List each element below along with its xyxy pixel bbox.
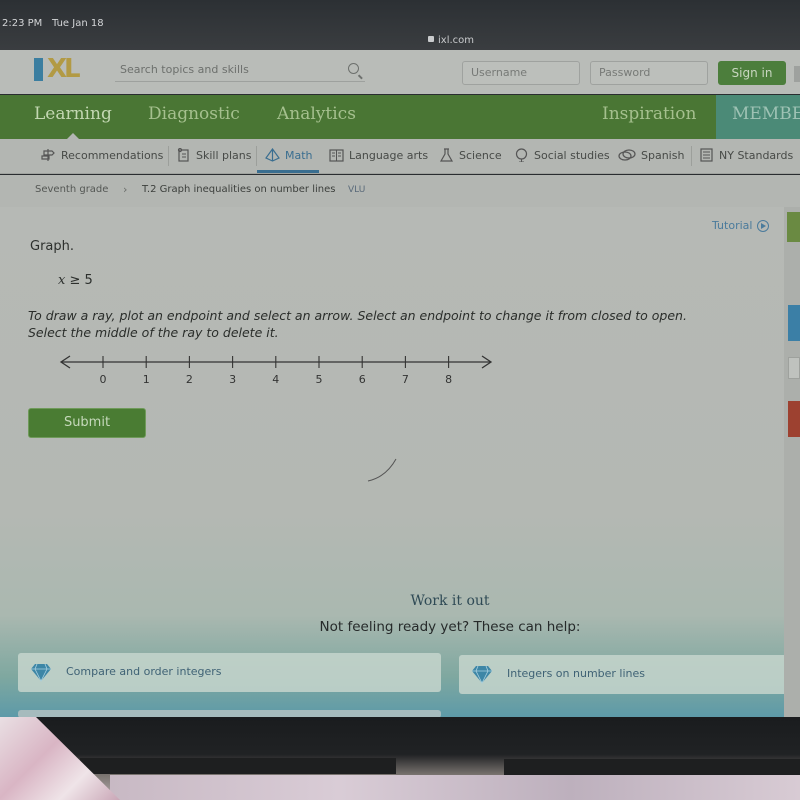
- skill-code: VLU: [348, 185, 366, 195]
- chevron-right-icon: ›: [123, 183, 128, 196]
- device-bezel: [0, 717, 800, 800]
- tick-label: 3: [229, 373, 236, 386]
- diamond-icon: [31, 663, 51, 682]
- help-card-label: Compare and order integers: [66, 665, 222, 678]
- signpost-icon: [41, 148, 56, 162]
- side-panel: [784, 207, 800, 717]
- main-nav: Learning Diagnostic Analytics Inspiratio…: [0, 95, 800, 140]
- instructions: To draw a ray, plot an endpoint and sele…: [28, 308, 687, 340]
- tick-label: 0: [100, 373, 107, 386]
- breadcrumb-skill: T.2 Graph inequalities on number lines: [142, 184, 336, 195]
- help-card-integers-number-lines[interactable]: Integers on number lines: [459, 655, 800, 694]
- username-field[interactable]: Username: [462, 61, 580, 85]
- nav-analytics[interactable]: Analytics: [277, 104, 356, 124]
- tick-label: 2: [186, 373, 193, 386]
- tablet-screen: 2:23 PM Tue Jan 18 ixl.com XL Search top…: [0, 0, 800, 800]
- tutorial-label: Tutorial: [712, 219, 753, 232]
- subnav-label: Science: [459, 148, 502, 162]
- url-text: ixl.com: [438, 35, 475, 46]
- standards-icon: [699, 148, 714, 162]
- diamond-icon: [472, 665, 492, 684]
- play-icon: [757, 219, 770, 232]
- keyboard-foot-left: [80, 758, 396, 774]
- keyboard-foot-right: [504, 759, 800, 775]
- logo-xl: XL: [47, 54, 81, 84]
- side-panel-red-block[interactable]: [788, 401, 800, 437]
- subnav-skill-plans[interactable]: Skill plans: [176, 147, 252, 162]
- address-bar[interactable]: ixl.com: [428, 35, 474, 46]
- subnav-label: Language arts: [349, 148, 429, 162]
- question-prompt: Graph.: [30, 239, 75, 254]
- ixl-logo[interactable]: XL: [34, 54, 104, 84]
- flask-icon: [439, 148, 454, 162]
- subnav-label: Social studies: [534, 148, 610, 162]
- clipboard-icon: [176, 147, 191, 162]
- screen-reflection-artifact: [367, 458, 397, 482]
- tick-label: 5: [316, 373, 323, 386]
- status-bar: 2:23 PM Tue Jan 18 ixl.com: [0, 0, 800, 50]
- subnav-ny-standards[interactable]: NY Standards: [699, 148, 793, 162]
- subnav-label: Recommendations: [61, 148, 164, 162]
- tick-label: 6: [359, 373, 366, 386]
- subnav-social-studies[interactable]: Social studies: [514, 148, 610, 163]
- tick-label: 7: [402, 373, 409, 386]
- subnav-label: Math: [285, 148, 313, 162]
- subnav-spanish[interactable]: Spanish: [618, 148, 684, 162]
- active-subject-underline: [257, 170, 319, 173]
- side-panel-blue-block[interactable]: [788, 305, 800, 341]
- site-header: XL Search topics and skills Username Pas…: [0, 50, 800, 94]
- inequality-relation: ≥ 5: [65, 273, 93, 288]
- tick-label: 1: [143, 373, 150, 386]
- divider: [256, 146, 257, 166]
- divider: [168, 146, 169, 166]
- date: Tue Jan 18: [52, 18, 104, 29]
- subnav-label: Skill plans: [196, 148, 252, 162]
- password-field[interactable]: Password: [590, 61, 708, 85]
- tick-label: 8: [445, 373, 452, 386]
- speech-bubbles-icon: [618, 148, 636, 162]
- logo-i-bar: [34, 58, 43, 81]
- lock-icon: [428, 36, 434, 42]
- submit-button[interactable]: Submit: [28, 408, 146, 438]
- fabric-background: [110, 775, 800, 800]
- subnav-science[interactable]: Science: [439, 148, 502, 162]
- nav-membership-label: MEMBE: [732, 104, 800, 124]
- breadcrumb: Seventh grade › T.2 Graph inequalities o…: [0, 175, 800, 207]
- work-it-out-subtitle: Not feeling ready yet? These can help:: [319, 619, 581, 635]
- search-placeholder: Search topics and skills: [120, 63, 249, 76]
- subnav-label: NY Standards: [719, 148, 794, 162]
- nav-inspiration[interactable]: Inspiration: [602, 104, 696, 124]
- work-it-out-title: Work it out: [410, 593, 490, 609]
- clock: 2:23 PM: [2, 18, 43, 29]
- subnav-language-arts[interactable]: Language arts: [329, 148, 428, 162]
- search-icon[interactable]: [348, 63, 359, 74]
- practice-area: Tutorial Graph. x ≥ 5 To draw a ray, plo…: [0, 207, 800, 718]
- help-card-label: Integers on number lines: [507, 667, 646, 680]
- search-input[interactable]: Search topics and skills: [115, 60, 365, 82]
- tick-label: 4: [272, 373, 279, 386]
- number-line[interactable]: 0 1 2 3 4 5 6 7 8: [56, 353, 506, 393]
- subject-nav: Recommendations Skill plans Math Languag…: [0, 139, 800, 174]
- subnav-recommendations[interactable]: Recommendations: [41, 148, 163, 162]
- nav-membership[interactable]: MEMBE: [716, 95, 800, 139]
- header-extra-control[interactable]: [794, 66, 800, 82]
- nav-diagnostic[interactable]: Diagnostic: [148, 104, 240, 124]
- subnav-label: Spanish: [641, 148, 685, 162]
- globe-icon: [514, 148, 529, 163]
- nav-learning[interactable]: Learning: [34, 104, 112, 124]
- breadcrumb-grade[interactable]: Seventh grade: [35, 184, 108, 195]
- sign-in-button[interactable]: Sign in: [718, 61, 786, 85]
- subnav-math[interactable]: Math: [265, 147, 313, 162]
- help-card-compare-order-integers[interactable]: Compare and order integers: [18, 653, 441, 692]
- side-panel-green-block[interactable]: [787, 212, 800, 242]
- pyramid-icon: [265, 147, 280, 162]
- book-icon: [329, 148, 344, 162]
- divider: [691, 146, 692, 166]
- side-panel-timer-block: [788, 357, 800, 379]
- tutorial-link[interactable]: Tutorial: [712, 219, 770, 232]
- inequality: x ≥ 5: [58, 273, 93, 288]
